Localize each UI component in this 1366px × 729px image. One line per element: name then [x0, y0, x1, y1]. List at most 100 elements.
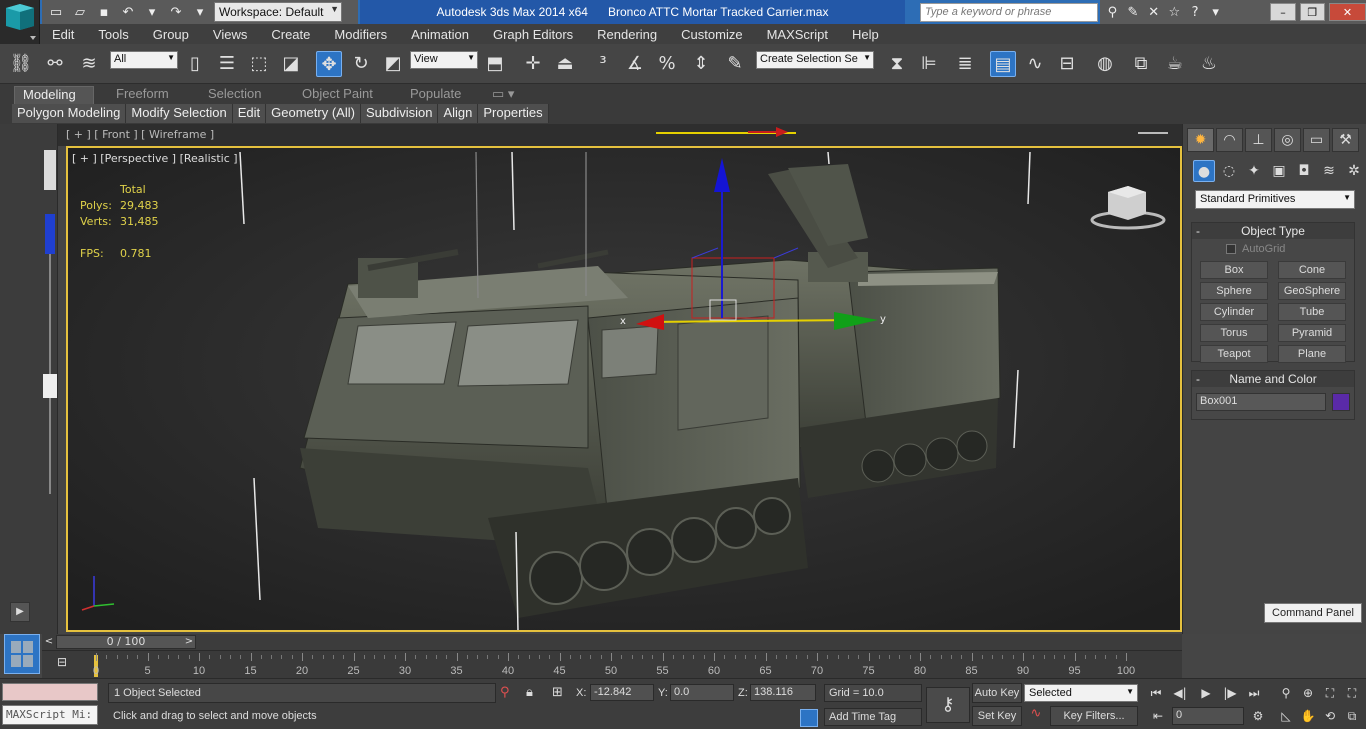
- sphere-button[interactable]: Sphere: [1200, 282, 1268, 300]
- workspace-dropdown[interactable]: Workspace: Default ▼: [214, 2, 342, 22]
- panel-modify-selection[interactable]: Modify Selection: [126, 104, 233, 123]
- plane-button[interactable]: Plane: [1278, 345, 1346, 363]
- systems-icon[interactable]: ✲: [1343, 160, 1365, 182]
- panel-polygon-modeling[interactable]: Polygon Modeling: [12, 104, 127, 123]
- select-by-name-icon[interactable]: ☰: [214, 51, 240, 77]
- tab-object-paint[interactable]: Object Paint: [294, 86, 381, 104]
- menu-tools[interactable]: Tools: [86, 27, 140, 42]
- menu-animation[interactable]: Animation: [399, 27, 481, 42]
- motion-tab-icon[interactable]: ◎: [1274, 128, 1301, 152]
- select-manipulate-icon[interactable]: ✛: [520, 51, 546, 77]
- panel-properties[interactable]: Properties: [478, 104, 549, 123]
- edit-named-selection-icon[interactable]: ✎: [722, 51, 748, 77]
- viewport-layouts-icon[interactable]: [4, 634, 40, 674]
- render-setup-icon[interactable]: ⧉: [1128, 51, 1154, 77]
- name-and-color-header[interactable]: - Name and Color: [1192, 371, 1354, 387]
- help-menu-icon[interactable]: ▾: [1207, 3, 1224, 21]
- autogrid-checkbox[interactable]: AutoGrid: [1226, 243, 1285, 255]
- key-filters-button[interactable]: Key Filters...: [1050, 706, 1138, 726]
- orbit-icon[interactable]: ⟲: [1320, 707, 1340, 725]
- absolute-mode-icon[interactable]: ⊞: [552, 685, 563, 700]
- geosphere-button[interactable]: GeoSphere: [1278, 282, 1346, 300]
- display-tab-icon[interactable]: ▭: [1303, 128, 1330, 152]
- set-keys-icon[interactable]: ⚷: [926, 687, 970, 723]
- field-of-view-icon[interactable]: ◺: [1276, 707, 1296, 725]
- space-warps-icon[interactable]: ≋: [1318, 160, 1340, 182]
- link-icon[interactable]: ⛓: [8, 51, 34, 77]
- object-color-swatch[interactable]: [1332, 393, 1350, 411]
- select-and-scale-icon[interactable]: ◩: [380, 51, 406, 77]
- time-slider[interactable]: < 0 / 100 >: [42, 634, 1182, 650]
- zoom-extents-all-icon[interactable]: ⛶: [1342, 684, 1362, 702]
- undo-icon[interactable]: ↶: [118, 3, 138, 21]
- open-file-icon[interactable]: ▱: [70, 3, 90, 21]
- selection-filter-dropdown[interactable]: All ▼: [110, 51, 178, 69]
- curve-editor-icon[interactable]: ∿: [1022, 51, 1048, 77]
- panel-edit[interactable]: Edit: [232, 104, 267, 123]
- maxscript-listener-input[interactable]: MAXScript Mi:: [2, 705, 98, 725]
- redo-history-icon[interactable]: ▾: [190, 3, 210, 21]
- zoom-icon[interactable]: ⚲: [1276, 684, 1296, 702]
- bind-space-warp-icon[interactable]: ≋: [76, 51, 102, 77]
- geometry-icon[interactable]: ●: [1193, 160, 1215, 182]
- pan-view-icon[interactable]: ✋: [1298, 707, 1318, 725]
- close-icon[interactable]: ✕: [1329, 3, 1366, 21]
- box-button[interactable]: Box: [1200, 261, 1268, 279]
- snaps-toggle-icon[interactable]: ³: [590, 51, 616, 77]
- panel-subdivision[interactable]: Subdivision: [360, 104, 439, 123]
- auto-key-button[interactable]: Auto Key: [972, 683, 1022, 703]
- tab-modeling[interactable]: Modeling: [14, 86, 94, 104]
- menu-maxscript[interactable]: MAXScript: [755, 27, 840, 42]
- reference-coordinate-dropdown[interactable]: View ▼: [410, 51, 478, 69]
- spinner-snap-icon[interactable]: ⇕: [688, 51, 714, 77]
- time-tag-icon[interactable]: [800, 709, 818, 727]
- track-bar[interactable]: ⊟ 0 5 10 15 20 25 30 35 40 45 50 55 60 65 70 75 80 85 90 95…: [42, 650, 1182, 678]
- cameras-icon[interactable]: ▣: [1268, 160, 1290, 182]
- menu-graph-editors[interactable]: Graph Editors: [481, 27, 585, 42]
- layer-manager-icon[interactable]: ≣: [952, 51, 978, 77]
- object-type-header[interactable]: - Object Type: [1192, 223, 1354, 239]
- chevron-right-icon[interactable]: >: [182, 634, 196, 650]
- slider-handle-icon[interactable]: [44, 150, 56, 190]
- zoom-all-icon[interactable]: ⊕: [1298, 684, 1318, 702]
- panel-align[interactable]: Align: [438, 104, 479, 123]
- current-frame-field[interactable]: 0: [1172, 707, 1244, 725]
- menu-rendering[interactable]: Rendering: [585, 27, 669, 42]
- go-to-end-icon[interactable]: ⏭: [1244, 684, 1264, 702]
- torus-button[interactable]: Torus: [1200, 324, 1268, 342]
- maxscript-output[interactable]: [2, 683, 98, 701]
- time-configuration-icon[interactable]: ⚙: [1248, 707, 1268, 725]
- window-crossing-icon[interactable]: ◪: [278, 51, 304, 77]
- menu-edit[interactable]: Edit: [40, 27, 86, 42]
- add-time-tag-button[interactable]: Add Time Tag: [824, 708, 922, 726]
- render-production-icon[interactable]: ♨: [1196, 51, 1222, 77]
- key-curve-icon[interactable]: ∿: [1026, 706, 1046, 726]
- named-selection-dropdown[interactable]: Create Selection Se ▼: [756, 51, 874, 69]
- schematic-view-icon[interactable]: ⊟: [1054, 51, 1080, 77]
- lock-icon[interactable]: 🔒︎: [526, 685, 533, 700]
- maximize-viewport-icon[interactable]: ⧉: [1342, 707, 1362, 725]
- primitive-category-dropdown[interactable]: Standard Primitives ▼: [1195, 190, 1355, 209]
- minimize-icon[interactable]: –: [1270, 3, 1296, 21]
- help-search-input[interactable]: Type a keyword or phrase: [920, 3, 1098, 22]
- isolate-icon[interactable]: ⚲: [500, 685, 510, 700]
- binoculars-icon[interactable]: ⚲: [1104, 3, 1121, 21]
- hierarchy-tab-icon[interactable]: ⊥: [1245, 128, 1272, 152]
- graphite-ribbon-icon[interactable]: ▤: [990, 51, 1016, 77]
- maximize-icon[interactable]: ❐: [1299, 3, 1326, 21]
- subscription-icon[interactable]: ✎: [1125, 3, 1142, 21]
- lights-icon[interactable]: ✦: [1243, 160, 1265, 182]
- shapes-icon[interactable]: ◌: [1218, 160, 1240, 182]
- undo-history-icon[interactable]: ▾: [142, 3, 162, 21]
- play-animation-icon[interactable]: ▶: [1196, 684, 1216, 702]
- teapot-button[interactable]: Teapot: [1200, 345, 1268, 363]
- unlink-icon[interactable]: ⚯: [42, 51, 68, 77]
- menu-customize[interactable]: Customize: [669, 27, 754, 42]
- zoom-extents-icon[interactable]: ⛶: [1320, 684, 1340, 702]
- angle-snap-icon[interactable]: ∡: [622, 51, 648, 77]
- viewport-label[interactable]: [ + ] [Perspective ] [Realistic ]: [72, 152, 238, 165]
- percent-snap-icon[interactable]: %: [654, 51, 680, 77]
- ribbon-options-icon[interactable]: ▭ ▾: [484, 86, 522, 104]
- communication-icon[interactable]: ✕: [1145, 3, 1162, 21]
- select-and-move-icon[interactable]: ✥: [316, 51, 342, 77]
